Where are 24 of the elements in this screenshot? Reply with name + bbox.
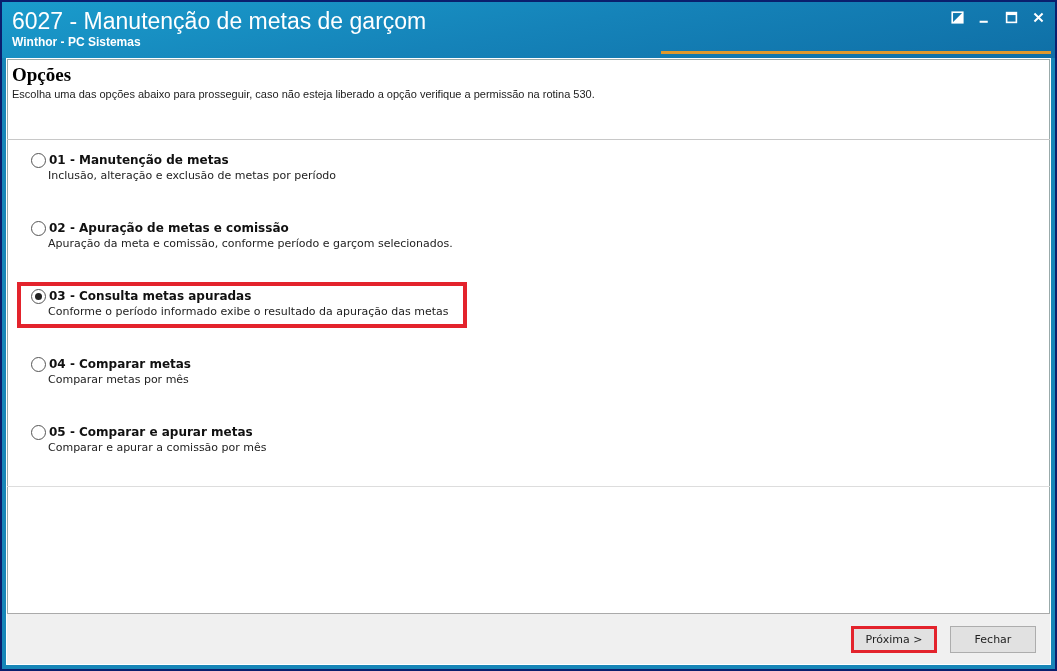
option-description: Inclusão, alteração e exclusão de metas por período <box>47 168 337 184</box>
window-subtitle: Winthor - PC Sistemas <box>12 35 142 49</box>
maximize-icon[interactable] <box>1005 11 1018 24</box>
option-description: Conforme o período informado exibe o resultado da apuração das metas <box>47 304 449 320</box>
option-description: Comparar e apurar a comissão por mês <box>47 440 267 456</box>
radio-button[interactable] <box>31 288 46 304</box>
dialog-button[interactable]: Fechar <box>950 625 1036 653</box>
option-label[interactable]: 03 - Consulta metas apuradas <box>49 288 252 304</box>
radio-button[interactable] <box>31 424 46 440</box>
option-label[interactable]: 04 - Comparar metas <box>49 356 191 372</box>
radio-button[interactable] <box>31 220 46 236</box>
option-label[interactable]: 01 - Manutenção de metas <box>49 152 229 168</box>
option-label[interactable]: 02 - Apuração de metas e comissão <box>49 220 289 236</box>
section-description: Escolha uma das opções abaixo para prosseguir, caso não esteja liberado a opção verifique a permissão na rotina 530. <box>12 87 596 101</box>
radio-button[interactable] <box>31 356 46 372</box>
radio-button[interactable] <box>31 152 46 168</box>
option-description: Comparar metas por mês <box>47 372 190 388</box>
dialog-button[interactable]: Próxima > <box>851 625 937 653</box>
restore-layout-icon[interactable] <box>951 11 964 24</box>
option-label[interactable]: 05 - Comparar e apurar metas <box>49 424 253 440</box>
section-title: Opções <box>12 63 72 87</box>
window-title: 6027 - Manutenção de metas de garçom <box>12 7 427 35</box>
option-description: Apuração da meta e comissão, conforme período e garçom selecionados. <box>47 236 453 252</box>
close-icon[interactable] <box>1032 11 1045 24</box>
